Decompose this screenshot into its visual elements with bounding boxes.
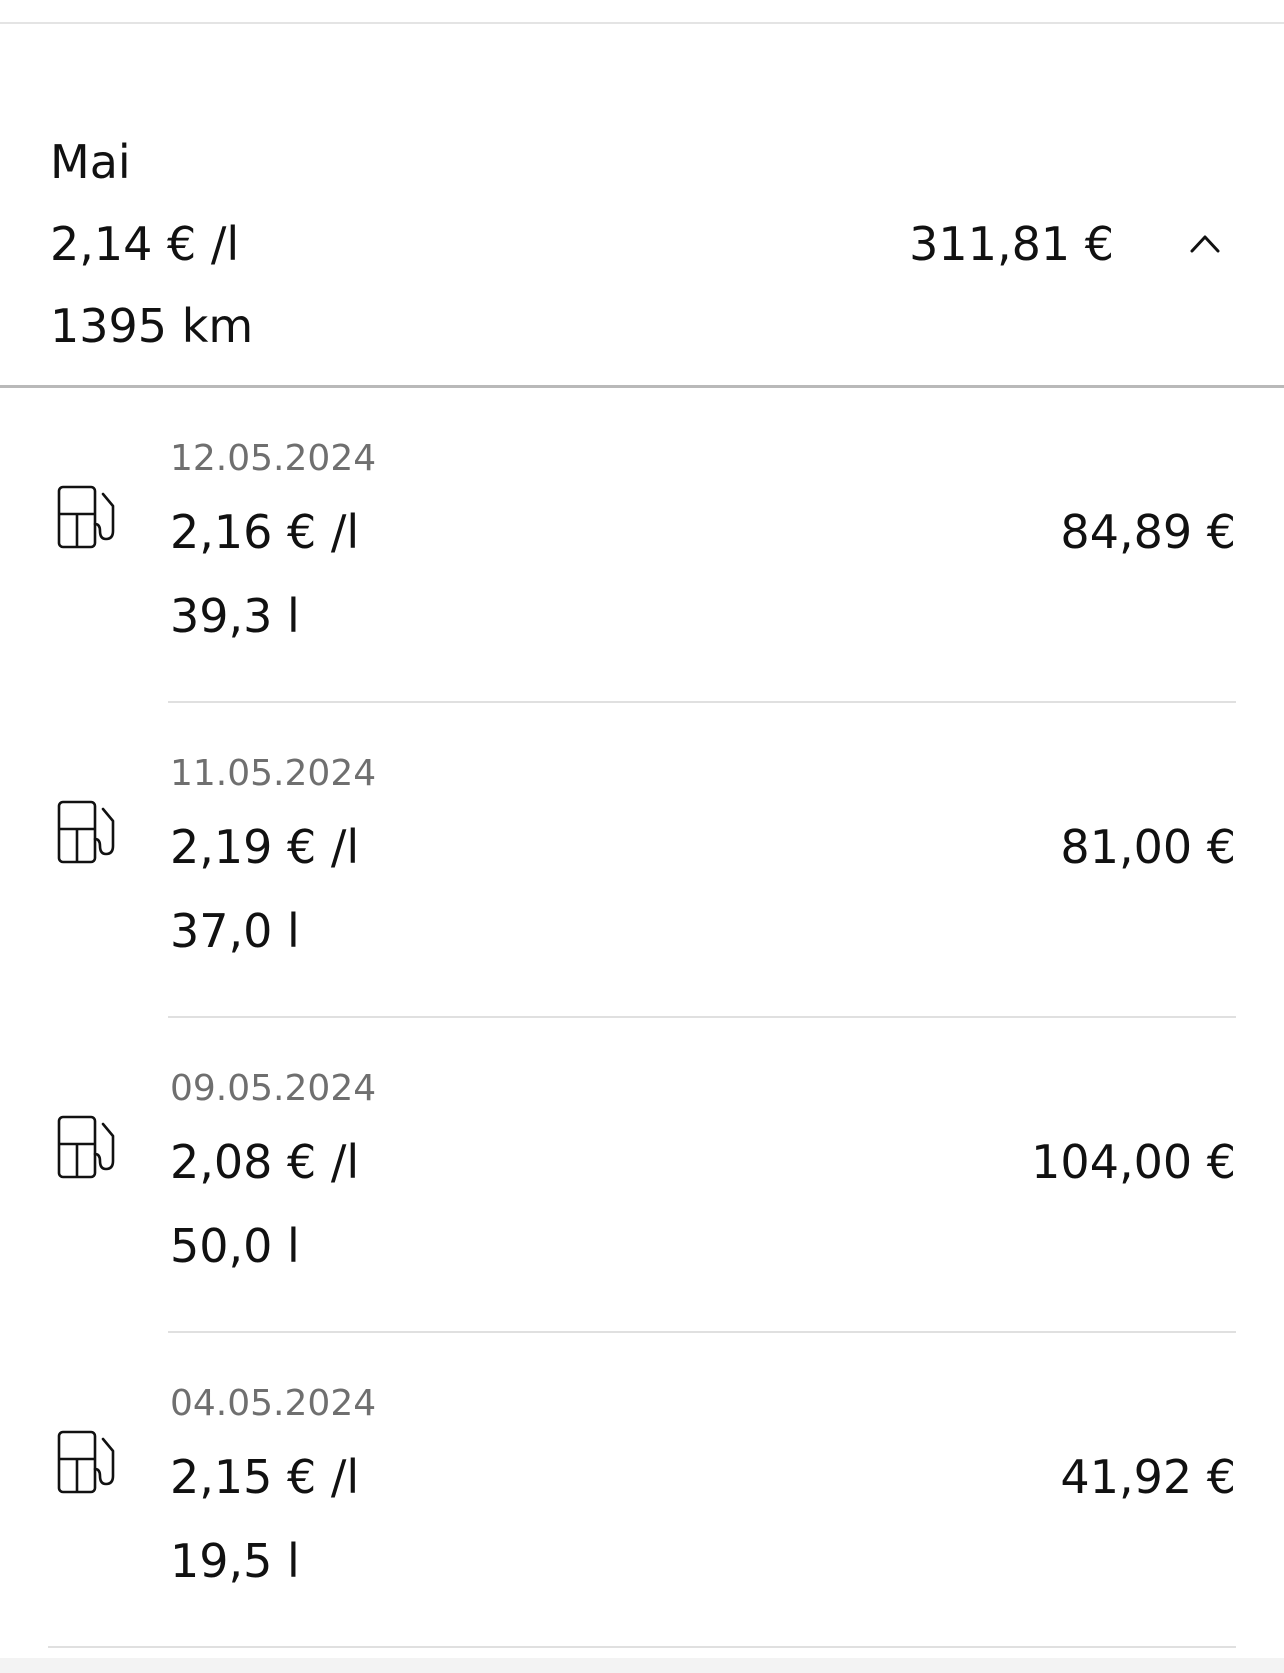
refuel-date: 12.05.2024 xyxy=(170,438,377,479)
refuel-amount: 41,92 € xyxy=(1060,1450,1236,1504)
month-total-cost: 311,81 € xyxy=(909,217,1114,271)
fuel-pump-icon xyxy=(57,1115,115,1179)
refuel-entry[interactable]: 09.05.2024 2,08 € /l 50,0 l 104,00 € xyxy=(0,1018,1284,1333)
refuel-amount: 81,00 € xyxy=(1060,820,1236,874)
fuel-pump-icon xyxy=(57,485,115,549)
month-distance: 1395 km xyxy=(50,299,254,353)
fuel-pump-icon xyxy=(57,800,115,864)
entry-divider xyxy=(48,1646,1236,1648)
refuel-amount: 104,00 € xyxy=(1031,1135,1236,1189)
refuel-volume: 19,5 l xyxy=(170,1534,300,1588)
refuel-volume: 39,3 l xyxy=(170,589,300,643)
refuel-volume: 37,0 l xyxy=(170,904,300,958)
refuel-price-per-liter: 2,15 € /l xyxy=(170,1450,360,1504)
refuel-date: 04.05.2024 xyxy=(170,1383,377,1424)
refuel-date: 11.05.2024 xyxy=(170,753,377,794)
refuel-entry[interactable]: 04.05.2024 2,15 € /l 19,5 l 41,92 € xyxy=(0,1333,1284,1648)
refuel-volume: 50,0 l xyxy=(170,1219,300,1273)
month-summary-header[interactable]: Mai 2,14 € /l 1395 km 311,81 € xyxy=(0,24,1284,386)
refuel-price-per-liter: 2,08 € /l xyxy=(170,1135,360,1189)
refuel-price-per-liter: 2,19 € /l xyxy=(170,820,360,874)
refuel-entry[interactable]: 12.05.2024 2,16 € /l 39,3 l 84,89 € xyxy=(0,388,1284,703)
bottom-edge xyxy=(0,1658,1284,1673)
chevron-up-icon[interactable] xyxy=(1189,232,1221,254)
refuel-entry[interactable]: 11.05.2024 2,19 € /l 37,0 l 81,00 € xyxy=(0,703,1284,1018)
refuel-price-per-liter: 2,16 € /l xyxy=(170,505,360,559)
month-name: Mai xyxy=(50,135,131,189)
refuel-date: 09.05.2024 xyxy=(170,1068,377,1109)
refuel-amount: 84,89 € xyxy=(1060,505,1236,559)
month-average-price: 2,14 € /l xyxy=(50,217,240,271)
fuel-pump-icon xyxy=(57,1430,115,1494)
